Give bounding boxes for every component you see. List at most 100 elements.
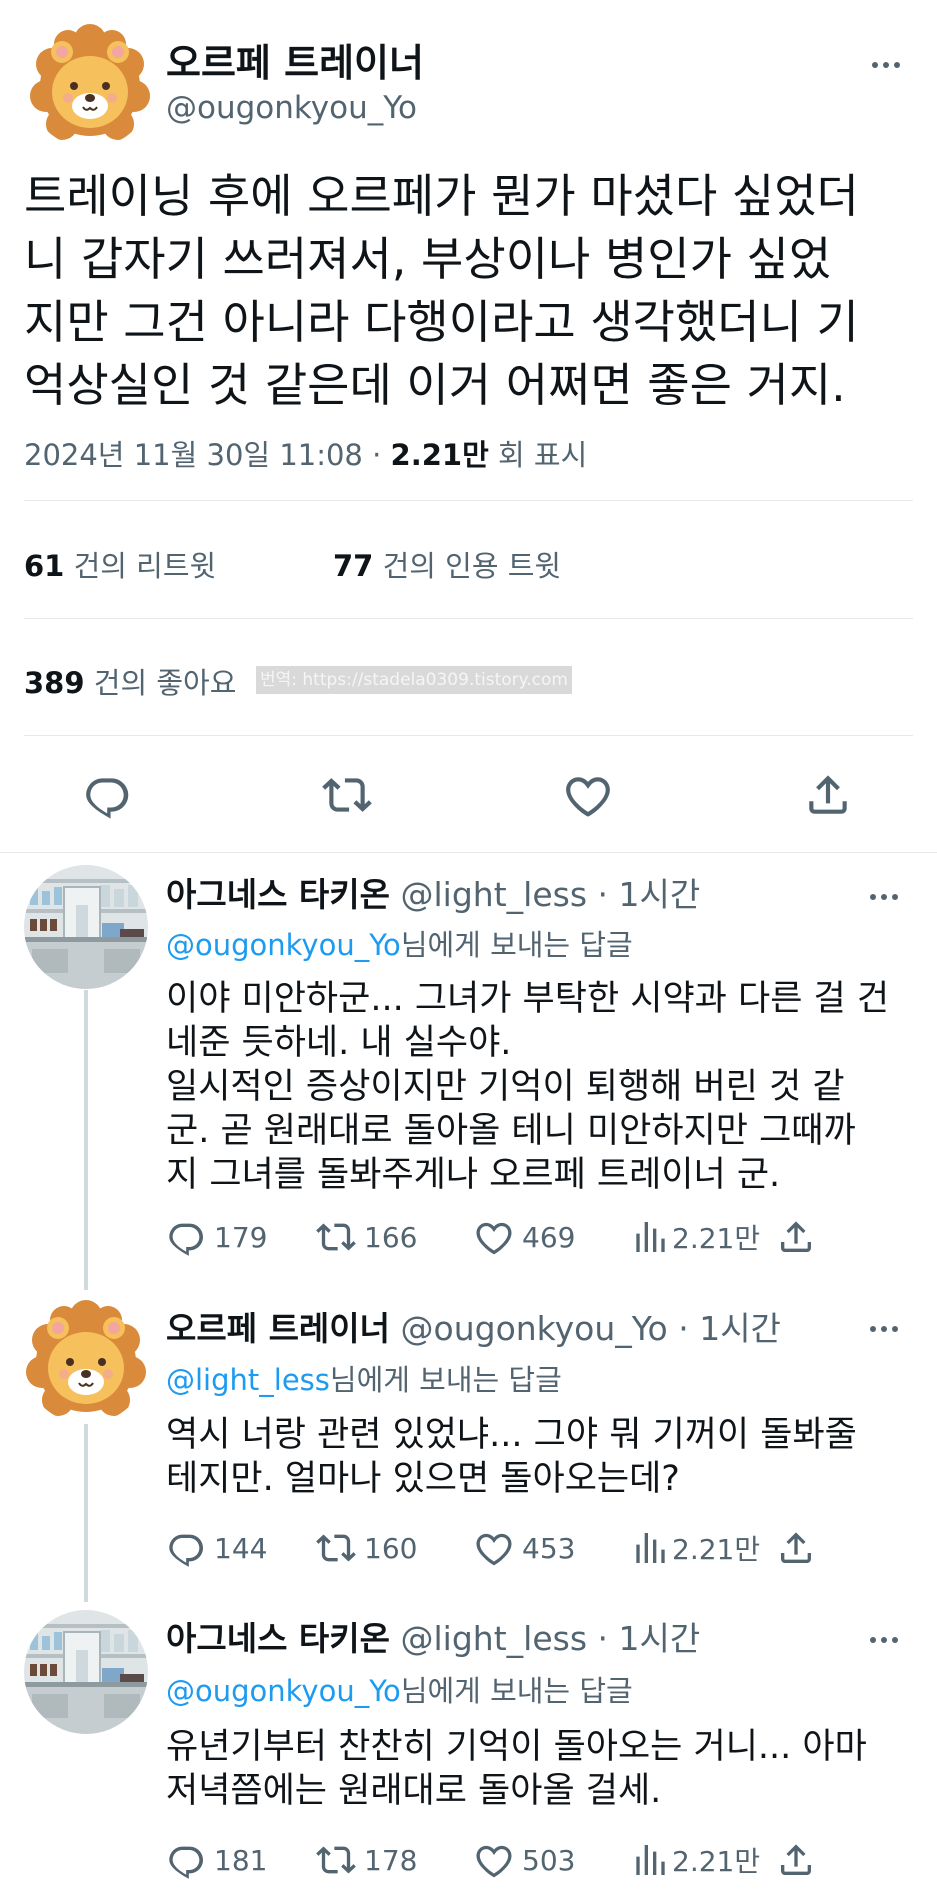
retweet-icon xyxy=(316,1528,356,1568)
views-action[interactable]: 2.21만 xyxy=(630,1215,760,1259)
replying-to-handle[interactable]: @ougonkyou_Yo xyxy=(166,928,401,962)
share-icon xyxy=(776,1840,816,1880)
more-icon[interactable] xyxy=(870,885,910,900)
likes-stat[interactable]: 389 건의 좋아요 xyxy=(24,660,236,702)
divider xyxy=(24,500,913,501)
likes-label: 건의 좋아요 xyxy=(93,666,237,700)
tweet-text-line: 니 갑자기 쓰러져서, 부상이나 병인가 싶었 xyxy=(24,232,832,286)
more-icon[interactable] xyxy=(870,1628,910,1643)
replying-to-handle[interactable]: @light_less xyxy=(166,1363,330,1397)
reply-text: 이야 미안하군... 그녀가 부탁한 시약과 다른 걸 건 네준 듯하네. 내 … xyxy=(166,977,889,1197)
views-icon xyxy=(630,1217,670,1257)
reply-icon xyxy=(166,1840,206,1880)
thread-line xyxy=(84,990,88,1290)
reply-time[interactable]: · 1시간 xyxy=(678,1309,781,1348)
retweet-action[interactable]: 178 xyxy=(316,1838,417,1882)
view-count: 2.21만 xyxy=(672,1533,761,1566)
like-count: 503 xyxy=(522,1843,576,1877)
replying-to-label: 님에게 보내는 답글 xyxy=(400,928,633,962)
tweet-text-line: 지만 그건 아니라 다행이라고 생각했더니 기 xyxy=(24,295,859,349)
replying-to: @ougonkyou_Yo님에게 보내는 답글 xyxy=(166,922,633,964)
retweet-count: 178 xyxy=(364,1843,418,1877)
like-action[interactable]: 469 xyxy=(474,1215,575,1259)
views-icon xyxy=(630,1528,670,1568)
tweet-text-line: 억상실인 것 같은데 이거 어쩌면 좋은 거지. xyxy=(24,358,846,412)
retweet-count: 160 xyxy=(364,1531,418,1565)
tweet-text: 트레이닝 후에 오르페가 뭔가 마셨다 싶었더 니 갑자기 쓰러져서, 부상이나… xyxy=(24,165,924,417)
like-action[interactable]: 453 xyxy=(474,1526,575,1570)
thread-line xyxy=(84,1418,88,1602)
reply-time[interactable]: · 1시간 xyxy=(598,1619,701,1658)
retweet-action[interactable]: 160 xyxy=(316,1526,417,1570)
view-count: 2.21만 xyxy=(672,1222,761,1255)
more-icon[interactable] xyxy=(870,1317,910,1332)
reply-header: 오르페 트레이너 @ougonkyou_Yo · 1시간 xyxy=(166,1302,781,1350)
reply-count: 179 xyxy=(214,1220,268,1254)
reply-header: 아그네스 타키온 @light_less · 1시간 xyxy=(166,1612,700,1660)
author-handle[interactable]: @ougonkyou_Yo xyxy=(401,1309,668,1348)
avatar[interactable] xyxy=(24,1300,148,1424)
reply-action[interactable]: 181 xyxy=(166,1838,267,1882)
retweets-label: 건의 리트윗 xyxy=(73,549,217,583)
divider xyxy=(24,618,913,619)
reply-actions: 144 160 453 2.21만 xyxy=(166,1526,816,1570)
author-name[interactable]: 오르페 트레이너 xyxy=(166,1309,390,1348)
replying-to: @light_less님에게 보내는 답글 xyxy=(166,1357,562,1399)
tweet-time[interactable]: 11:08 xyxy=(279,438,363,472)
reply-text-line: 테지만. 얼마나 있으면 돌아오는데? xyxy=(166,1459,680,1499)
reply-actions: 181 178 503 2.21만 xyxy=(166,1838,816,1882)
views-action[interactable]: 2.21만 xyxy=(630,1526,760,1570)
reply-actions: 179 166 469 2.21만 xyxy=(166,1215,816,1259)
views-count: 2.21만 xyxy=(390,438,489,472)
like-count: 469 xyxy=(522,1220,576,1254)
divider xyxy=(24,735,913,736)
author-handle[interactable]: @ougonkyou_Yo xyxy=(166,90,417,126)
reply-icon[interactable] xyxy=(82,770,132,820)
reply-text: 유년기부터 찬찬히 기억이 돌아오는 거니... 아마 저녁쯤에는 원래대로 돌… xyxy=(166,1725,867,1813)
share-icon xyxy=(776,1528,816,1568)
reply-text-line: 저녁쯤에는 원래대로 돌아올 걸세. xyxy=(166,1771,662,1811)
author-handle[interactable]: @light_less xyxy=(401,875,588,914)
author-name[interactable]: 오르페 트레이너 xyxy=(166,32,424,87)
author-name[interactable]: 아그네스 타키온 xyxy=(166,875,390,914)
views-label: 회 표시 xyxy=(498,438,588,472)
reply-text-line: 역시 너랑 관련 있었냐... 그야 뭐 기꺼이 돌봐줄 xyxy=(166,1415,857,1455)
retweet-icon[interactable] xyxy=(322,770,372,820)
retweets-count: 61 xyxy=(24,549,65,583)
reply-text-line: 일시적인 증상이지만 기억이 퇴행해 버린 것 같 xyxy=(166,1067,845,1107)
retweets-stat[interactable]: 61 건의 리트윗 xyxy=(24,543,216,585)
author-name[interactable]: 아그네스 타키온 xyxy=(166,1619,390,1658)
avatar[interactable] xyxy=(24,1610,148,1734)
retweet-action[interactable]: 166 xyxy=(316,1215,417,1259)
share-action[interactable] xyxy=(776,1215,816,1259)
avatar[interactable] xyxy=(24,865,148,989)
like-icon xyxy=(474,1840,514,1880)
reply-time[interactable]: · 1시간 xyxy=(598,875,701,914)
views-action[interactable]: 2.21만 xyxy=(630,1838,760,1882)
reply-text-line: 유년기부터 찬찬히 기억이 돌아오는 거니... 아마 xyxy=(166,1727,867,1767)
replying-to-label: 님에게 보내는 답글 xyxy=(400,1674,633,1708)
reply-text-line: 군. 곧 원래대로 돌아올 테니 미안하지만 그때까 xyxy=(166,1111,856,1151)
like-count: 453 xyxy=(522,1531,576,1565)
reply-count: 144 xyxy=(214,1531,268,1565)
more-icon[interactable] xyxy=(872,53,912,68)
reply-action[interactable]: 144 xyxy=(166,1526,267,1570)
share-action[interactable] xyxy=(776,1526,816,1570)
replying-to-handle[interactable]: @ougonkyou_Yo xyxy=(166,1674,401,1708)
share-icon[interactable] xyxy=(803,770,853,820)
like-action[interactable]: 503 xyxy=(474,1838,575,1882)
reply-text: 역시 너랑 관련 있었냐... 그야 뭐 기꺼이 돌봐줄 테지만. 얼마나 있으… xyxy=(166,1413,857,1501)
like-icon xyxy=(474,1217,514,1257)
like-icon[interactable] xyxy=(563,770,613,820)
share-icon xyxy=(776,1217,816,1257)
reply-action[interactable]: 179 xyxy=(166,1215,267,1259)
tweet-date[interactable]: 2024년 11월 30일 xyxy=(24,438,270,472)
retweet-icon xyxy=(316,1217,356,1257)
author-handle[interactable]: @light_less xyxy=(401,1619,588,1658)
avatar[interactable] xyxy=(28,24,152,148)
reply-count: 181 xyxy=(214,1843,268,1877)
watermark: 번역: https://stadela0309.tistory.com xyxy=(256,666,572,694)
quotes-stat[interactable]: 77 건의 인용 트윗 xyxy=(333,543,561,585)
share-action[interactable] xyxy=(776,1838,816,1882)
reply-header: 아그네스 타키온 @light_less · 1시간 xyxy=(166,868,700,916)
